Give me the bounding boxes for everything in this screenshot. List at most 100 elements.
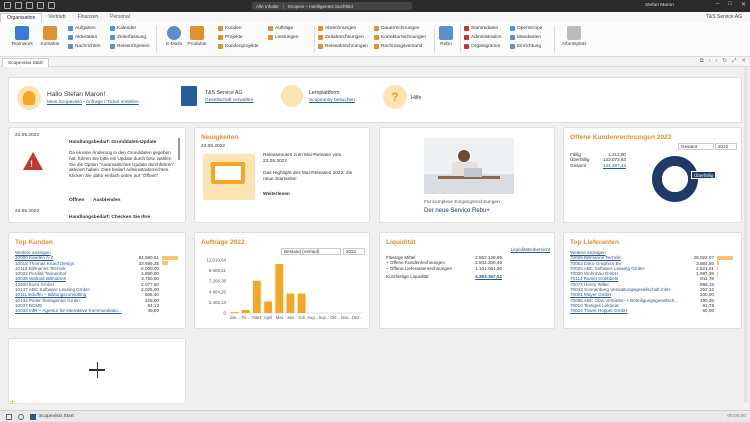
y-tick-label: 4.804,26 (209, 289, 227, 294)
ribbon-reisen[interactable]: Reisen/Spesen (110, 43, 150, 50)
ribbon-nachrichten[interactable]: Nachrichten (68, 43, 101, 50)
ribbon-kundenprojekte[interactable]: Kundenprojekte (218, 43, 259, 50)
ribbon: Teamwork Kontakte Aufgaben Aktivitäten N… (0, 22, 750, 57)
promo-card[interactable]: Für komplexe Eingangsrechnungen Der neue… (379, 127, 555, 223)
ranking-row[interactable]: 10033 InfR – Agentur für interaktive Kom… (15, 308, 178, 313)
notice-open-button[interactable]: Öffnen (69, 198, 84, 203)
grid-icon[interactable] (6, 414, 12, 420)
ribbon-organigramm[interactable]: Organigramm (464, 43, 501, 50)
ribbon-zeiterfassung[interactable]: Zeiterfassung (110, 34, 150, 41)
activities-icon (68, 35, 73, 40)
home-icon[interactable] (18, 414, 24, 420)
liquidity-total-value[interactable]: 4.393.367,51 (464, 274, 502, 279)
notice-hide-button[interactable]: Ausblenden (93, 198, 120, 203)
contacts-icon (43, 26, 57, 40)
ribbon-mandanten[interactable]: Mandanten (510, 34, 542, 41)
ribbon-kunden[interactable]: Kunden (218, 25, 259, 32)
x-tick-label: Sep... (318, 315, 329, 320)
ribbon-kalender[interactable]: Kalender (110, 25, 150, 32)
chart-bar[interactable] (230, 312, 239, 313)
split-icon[interactable]: ⧉ (700, 58, 704, 65)
invoice-total-link[interactable]: 144.287,43 (598, 163, 626, 168)
orders-filter-select[interactable]: Bestand (Verlauf) (281, 248, 341, 255)
back-icon[interactable]: ‹ (709, 58, 711, 65)
scopeunity-link[interactable]: Scopeunity besuchen (309, 98, 355, 103)
ribbon-auftraege[interactable]: Aufträge (268, 25, 298, 32)
quick-access-toolbar (4, 2, 55, 9)
close-tab-icon[interactable]: ✕ (741, 58, 746, 65)
news-read-more[interactable]: Weiterlesen (263, 192, 290, 197)
news-text: Das Highlight des Mai-Releases 2022: die… (263, 171, 353, 182)
lock-icon[interactable] (15, 2, 22, 9)
help-icon[interactable]: ? (383, 85, 407, 109)
search-input[interactable]: Scopevi – Intelligentes Suchfeld (284, 4, 353, 9)
greeting: Hallo Stefan Maron! (47, 91, 106, 98)
ribbon-dauerrechnungen[interactable]: Dauerrechnungen (374, 25, 426, 32)
ribbon-zeitabrechnungen[interactable]: Zeitabrechnungen (318, 34, 368, 41)
ribbon-openscope[interactable]: OpenScope (510, 25, 542, 32)
tab-scopevisio-start[interactable]: Scopevisio Start (2, 58, 49, 67)
ranking-name[interactable]: 10033 InfR – Agentur für interaktive Kom… (15, 308, 125, 313)
ribbon-administration[interactable]: Administration (464, 34, 501, 41)
page-scrollbar[interactable] (744, 67, 748, 403)
ribbon-leistungen[interactable]: Leistungen (268, 34, 298, 41)
arbeitsplatz-button[interactable]: Arbeitsplatz (558, 26, 590, 47)
save-icon[interactable] (26, 2, 33, 9)
company-selector[interactable]: T&S Service AG (706, 14, 742, 20)
chart-bar[interactable] (241, 309, 250, 313)
ribbon-rechnungsversand[interactable]: Rechnungsversand (374, 43, 426, 50)
user-menu[interactable]: Stefan Maron (645, 3, 674, 8)
liquidity-overview-link[interactable]: Liquiditätsübersicht (511, 247, 550, 252)
header-links: Mein Scopevisio • Anfrage / Ticket erste… (47, 100, 139, 105)
ribbon-stammdaten[interactable]: Stammdaten (464, 25, 501, 32)
invoice-filter-select[interactable]: Gesamt (678, 143, 714, 150)
minimize-icon[interactable]: – (716, 1, 719, 8)
ticket-link[interactable]: Anfrage / Ticket erstellen (86, 100, 139, 105)
tasks-icon (68, 26, 73, 31)
chart-bar[interactable] (286, 293, 295, 313)
company-manage-link[interactable]: Gesellschaft verwalten (205, 98, 253, 103)
chart-bar[interactable] (297, 293, 306, 313)
notice-body: Da es eine Änderung in den Grunddaten ge… (69, 150, 175, 179)
status-tab-label[interactable]: Scopevisio Start (39, 414, 74, 419)
ribbon-abrechnungen[interactable]: Abrechnungen (318, 25, 368, 32)
ribbon-group-2: Kalender Zeiterfassung Reisen/Spesen (110, 25, 150, 50)
close-icon[interactable]: ✕ (741, 1, 746, 8)
invoice-year-select[interactable]: 2022 (715, 143, 737, 150)
tab-personal[interactable]: Personal (104, 13, 136, 22)
produkte-button[interactable]: Produkte (183, 26, 211, 47)
maximize-icon[interactable]: □ (728, 1, 732, 8)
help-label[interactable]: Hilfe (411, 95, 421, 101)
forward-icon[interactable]: › (716, 58, 718, 65)
orders-year-select[interactable]: 2022 (343, 248, 365, 255)
kontakte-button[interactable]: Kontakte (36, 26, 64, 47)
news-date: 24.05.2022 (201, 144, 226, 149)
search-scope-dropdown[interactable]: Alle Inhalte (252, 3, 284, 9)
tab-finanzen[interactable]: Finanzen (72, 13, 105, 22)
chart-bar[interactable] (264, 301, 272, 313)
add-icon[interactable]: + (10, 397, 15, 407)
my-scopevisio-link[interactable]: Mein Scopevisio (47, 100, 82, 105)
ranking-name[interactable]: 70024 Travel Hopper GmbH (570, 308, 682, 313)
tab-organisation[interactable]: Organisation (0, 13, 43, 22)
home-icon[interactable] (4, 2, 11, 9)
global-search[interactable]: Alle Inhalte Scopevi – Intelligentes Suc… (252, 2, 412, 10)
ribbon-projekte[interactable]: Projekte (218, 34, 259, 41)
rebu-button[interactable]: Rebu (436, 26, 456, 47)
ribbon-aufgaben[interactable]: Aufgaben (68, 25, 101, 32)
teamwork-button[interactable]: Teamwork (8, 26, 36, 47)
ribbon-aktivitaeten[interactable]: Aktivitäten (68, 34, 101, 41)
redo-icon[interactable] (48, 2, 55, 9)
tab-vertrieb[interactable]: Vertrieb (42, 13, 71, 22)
scrollbar[interactable] (178, 138, 180, 160)
chart-bar[interactable] (253, 280, 261, 313)
ranking-row[interactable]: 70024 Travel Hopper GmbH 60,00 (570, 308, 733, 313)
ribbon-reiseabrechnungen[interactable]: Reiseabrechnungen (318, 43, 368, 50)
expand-icon[interactable]: ⤢ (732, 58, 736, 65)
refresh-icon[interactable]: ↻ (722, 58, 727, 65)
undo-icon[interactable] (37, 2, 44, 9)
ribbon-korrekturrechnungen[interactable]: Korrekturrechnungen (374, 34, 426, 41)
add-widget-card[interactable] (8, 338, 186, 404)
ribbon-einrichtung[interactable]: Einrichtung (510, 43, 542, 50)
chart-bar[interactable] (275, 264, 284, 313)
